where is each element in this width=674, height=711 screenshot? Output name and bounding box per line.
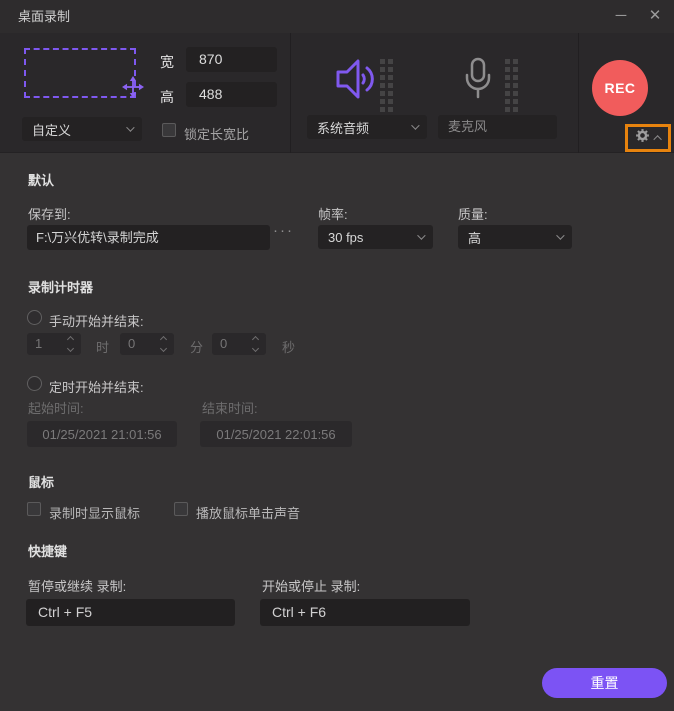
microphone-field[interactable]: 麦克风 [438, 115, 557, 139]
section-header-timer: 录制计时器 [28, 280, 94, 295]
chevron-up-icon [653, 135, 662, 144]
window-title: 桌面录制 [18, 9, 71, 24]
framerate-value: 30 fps [328, 229, 364, 245]
capture-region-preview[interactable] [24, 48, 136, 98]
click-sound-label: 播放鼠标单击声音 [196, 506, 301, 521]
seconds-value: 0 [220, 336, 228, 351]
save-path-input[interactable]: F:\万兴优转\录制完成 [27, 225, 270, 250]
scheduled-timer-label: 定时开始并结束: [49, 380, 144, 395]
lock-aspect-label: 锁定长宽比 [184, 127, 250, 142]
save-to-label: 保存到: [28, 207, 71, 222]
scheduled-timer-radio[interactable] [27, 376, 42, 391]
section-header-mouse: 鼠标 [28, 475, 55, 490]
capture-mode-value: 自定义 [32, 122, 72, 138]
height-input[interactable]: 488 [186, 82, 277, 107]
click-sound-checkbox[interactable] [174, 502, 188, 516]
stepper-arrows-icon[interactable] [159, 335, 168, 353]
stepper-arrows-icon[interactable] [66, 335, 75, 353]
end-time-label: 结束时间: [202, 401, 258, 416]
hours-value: 1 [35, 336, 43, 351]
section-header-hotkeys: 快捷键 [28, 544, 68, 559]
capture-mode-dropdown[interactable]: 自定义 [22, 117, 142, 141]
titlebar: 桌面录制 ─ ✕ [0, 0, 674, 33]
lock-aspect-checkbox[interactable] [162, 123, 176, 137]
height-label: 高 [160, 89, 174, 105]
chevron-down-icon [126, 123, 135, 132]
minutes-unit-label: 分 [190, 340, 204, 355]
quality-label: 质量: [458, 207, 488, 222]
quality-value: 高 [468, 230, 482, 246]
width-input[interactable]: 870 [186, 47, 277, 72]
divider [578, 33, 579, 153]
start-time-input[interactable]: 01/25/2021 21:01:56 [27, 421, 177, 447]
close-button[interactable]: ✕ [638, 0, 672, 33]
top-control-panel: 宽 870 高 488 自定义 锁定长宽比 系统音频 麦克风 REC [0, 33, 674, 153]
microphone-level-meter [505, 59, 518, 112]
seconds-stepper[interactable]: 0 [212, 333, 266, 355]
settings-toggle-highlighted[interactable] [625, 124, 671, 152]
framerate-dropdown[interactable]: 30 fps [318, 225, 433, 249]
show-cursor-checkbox[interactable] [27, 502, 41, 516]
chevron-down-icon [556, 231, 565, 240]
section-header-default: 默认 [28, 173, 55, 188]
microphone-icon [463, 56, 493, 107]
framerate-label: 帧率: [318, 207, 348, 222]
seconds-unit-label: 秒 [282, 340, 296, 355]
divider [290, 33, 291, 153]
show-cursor-label: 录制时显示鼠标 [49, 506, 141, 521]
system-audio-value: 系统音频 [317, 120, 370, 136]
end-time-input[interactable]: 01/25/2021 22:01:56 [200, 421, 352, 447]
manual-timer-radio[interactable] [27, 310, 42, 325]
system-audio-level-meter [380, 59, 393, 112]
minutes-value: 0 [128, 336, 136, 351]
minutes-stepper[interactable]: 0 [120, 333, 174, 355]
width-label: 宽 [160, 54, 174, 70]
quality-dropdown[interactable]: 高 [458, 225, 572, 249]
manual-timer-label: 手动开始并结束: [49, 314, 144, 329]
hours-unit-label: 时 [96, 340, 110, 355]
pause-resume-hotkey-input[interactable]: Ctrl + F5 [26, 599, 235, 626]
chevron-down-icon [417, 231, 426, 240]
speaker-icon [334, 56, 380, 107]
start-stop-label: 开始或停止 录制: [262, 579, 361, 594]
move-icon[interactable] [122, 76, 144, 98]
start-stop-hotkey-input[interactable]: Ctrl + F6 [260, 599, 470, 626]
chevron-down-icon [411, 121, 420, 130]
stepper-arrows-icon[interactable] [251, 335, 260, 353]
reset-button[interactable]: 重置 [542, 668, 667, 698]
desktop-recorder-window: 桌面录制 ─ ✕ 宽 870 高 488 自定义 锁定长宽比 系统音频 麦克风 … [0, 0, 674, 711]
start-time-label: 起始时间: [28, 401, 84, 416]
minimize-button[interactable]: ─ [604, 0, 638, 33]
pause-resume-label: 暂停或继续 录制: [28, 579, 127, 594]
hours-stepper[interactable]: 1 [27, 333, 81, 355]
gear-icon [634, 127, 651, 149]
system-audio-dropdown[interactable]: 系统音频 [307, 115, 427, 139]
record-button[interactable]: REC [592, 60, 648, 116]
browse-button[interactable]: ··· [273, 222, 294, 239]
